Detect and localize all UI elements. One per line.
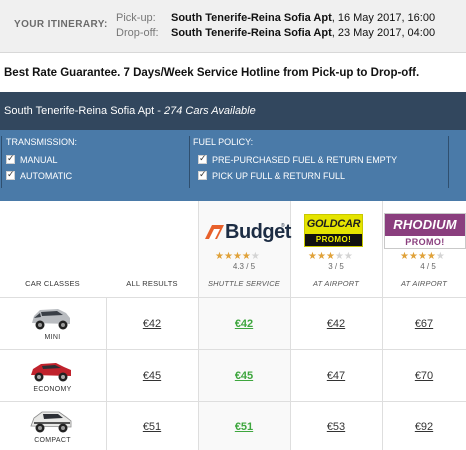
mini-car-image (32, 309, 70, 330)
budget-logo-trademark: ® (281, 223, 285, 229)
star-icon: ★ (408, 251, 418, 262)
goldcar-logo-text: GOLDCAR (305, 215, 362, 234)
price-all-results[interactable]: €45 (106, 370, 198, 382)
rhodium-star-rating: ★★★★★ (400, 251, 445, 262)
full-to-full-checkbox[interactable] (198, 169, 207, 180)
star-icon: ★ (308, 251, 317, 262)
star-icon: ★ (241, 251, 251, 262)
filter-prepurchased-fuel[interactable]: PRE-PURCHASED FUEL & RETURN EMPTY (198, 153, 398, 165)
price-rhodium[interactable]: €92 (382, 421, 466, 433)
price-all-results[interactable]: €42 (106, 318, 198, 330)
itinerary-label: YOUR ITINERARY: (14, 19, 108, 30)
fuel-policy-title: FUEL POLICY: (193, 137, 254, 147)
star-icon: ★ (223, 251, 233, 262)
pickup-place: South Tenerife-Reina Sofia Apt (171, 12, 332, 24)
dropoff-key: Drop-off: (116, 27, 159, 39)
rhodium-promo-badge: PROMO! (405, 237, 445, 247)
star-icon: ★ (334, 251, 344, 262)
goldcar-rating-text: 3 / 5 (328, 262, 344, 271)
price-goldcar[interactable]: €47 (290, 370, 382, 382)
price-goldcar[interactable]: €53 (290, 421, 382, 433)
rhodium-logo-text: RHODIUM (385, 214, 465, 236)
goldcar-location-label: AT AIRPORT (312, 279, 360, 288)
price-budget[interactable]: €51 (198, 421, 290, 433)
economy-car-image (31, 363, 71, 382)
price-budget[interactable]: €45 (198, 370, 290, 382)
rhodium-rating-text: 4 / 5 (420, 262, 436, 271)
full-to-full-label: PICK UP FULL & RETURN FULL (212, 171, 346, 181)
dropoff-date: , 23 May 2017, 04:00 (331, 27, 436, 39)
price-budget[interactable]: €42 (198, 318, 290, 330)
dropoff-row: Drop-off: South Tenerife-Reina Sofia Apt,… (116, 27, 435, 39)
price-rhodium[interactable]: €70 (382, 370, 466, 382)
pickup-key: Pick-up: (116, 12, 156, 24)
star-icon: ★ (426, 251, 436, 262)
pickup-row: Pick-up: South Tenerife-Reina Sofia Apt, … (116, 12, 435, 24)
price-all-results[interactable]: €51 (106, 421, 198, 433)
budget-logo[interactable]: Budget ® (205, 221, 291, 243)
dropoff-place: South Tenerife-Reina Sofia Apt (171, 27, 332, 39)
goldcar-star-rating: ★★★★★ (308, 251, 353, 262)
prepurchased-fuel-label: PRE-PURCHASED FUEL & RETURN EMPTY (212, 155, 398, 165)
pickup-date: , 16 May 2017, 16:00 (331, 12, 436, 24)
car-class-name: MINI (44, 334, 61, 341)
manual-label: MANUAL (20, 155, 58, 165)
automatic-checkbox[interactable] (6, 169, 15, 180)
manual-checkbox[interactable] (6, 153, 15, 164)
grid-line (0, 297, 466, 298)
filter-panel: TRANSMISSION: MANUAL AUTOMATIC FUEL POLI… (0, 130, 466, 201)
budget-location-label: SHUTTLE SERVICE (207, 279, 281, 288)
location-name: South Tenerife-Reina Sofia Apt (4, 105, 155, 117)
budget-logo-mark-icon (205, 225, 224, 239)
grid-line (0, 401, 466, 402)
prepurchased-fuel-checkbox[interactable] (198, 153, 207, 164)
car-classes-header: CAR CLASSES (25, 279, 80, 288)
car-class-name: ECONOMY (33, 386, 72, 393)
automatic-label: AUTOMATIC (20, 171, 73, 181)
rate-guarantee-text: Best Rate Guarantee. 7 Days/Week Service… (4, 67, 420, 79)
all-results-header[interactable]: ALL RESULTS (106, 279, 198, 288)
filter-divider (1, 136, 2, 188)
price-rhodium[interactable]: €67 (382, 318, 466, 330)
star-icon: ★ (417, 251, 427, 262)
filter-divider (448, 136, 449, 188)
filter-automatic[interactable]: AUTOMATIC (6, 169, 73, 181)
star-icon: ★ (435, 251, 445, 262)
star-icon: ★ (316, 251, 326, 262)
star-icon: ★ (215, 251, 224, 262)
cars-available-count: 274 Cars Available (164, 105, 256, 117)
star-icon: ★ (232, 251, 242, 262)
location-separator: - (154, 105, 165, 117)
rhodium-location-label: AT AIRPORT (400, 279, 448, 288)
star-icon: ★ (343, 251, 353, 262)
itinerary-panel: YOUR ITINERARY: Pick-up: South Tenerife-R… (0, 0, 466, 53)
rhodium-logo[interactable]: RHODIUM PROMO! (384, 213, 466, 249)
goldcar-logo[interactable]: GOLDCAR PROMO! (304, 214, 363, 247)
compact-car-image (30, 411, 72, 433)
filter-manual[interactable]: MANUAL (6, 153, 58, 165)
grid-line (0, 349, 466, 350)
star-icon: ★ (250, 251, 260, 262)
filter-divider (189, 136, 190, 188)
budget-star-rating: ★★★★★ (215, 251, 260, 262)
location-bar: South Tenerife-Reina Sofia Apt - 274 Car… (0, 92, 466, 130)
transmission-title: TRANSMISSION: (6, 137, 78, 147)
budget-rating-text: 4.3 / 5 (232, 262, 256, 271)
filter-full-to-full[interactable]: PICK UP FULL & RETURN FULL (198, 169, 346, 181)
car-class-name: COMPACT (34, 437, 71, 444)
star-icon: ★ (325, 251, 335, 262)
star-icon: ★ (400, 251, 409, 262)
price-goldcar[interactable]: €42 (290, 318, 382, 330)
goldcar-promo-badge: PROMO! (305, 234, 362, 246)
